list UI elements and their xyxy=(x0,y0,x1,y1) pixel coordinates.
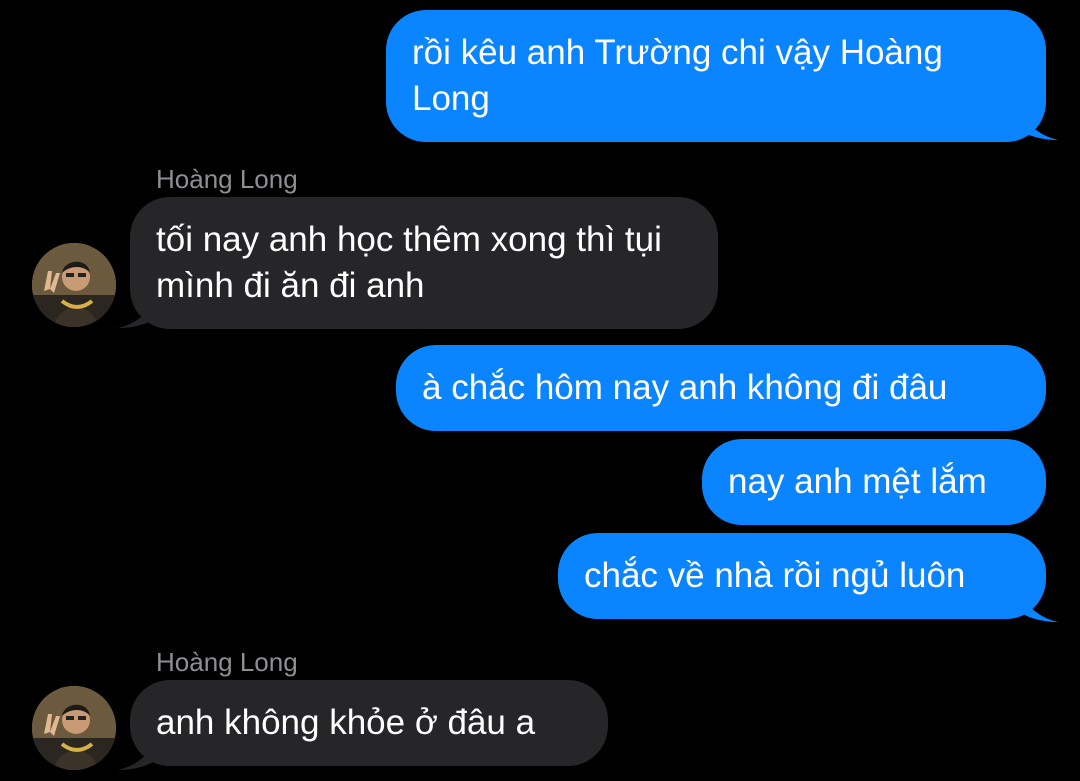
message-thread: rồi kêu anh Trường chi vậy Hoàng Long Ho… xyxy=(0,0,1080,781)
sender-name-label: Hoàng Long xyxy=(156,647,298,677)
message-text: tối nay anh học thêm xong thì tụi mình đ… xyxy=(156,220,662,305)
outgoing-bubble-tail xyxy=(1020,110,1058,140)
sender-name-label: Hoàng Long xyxy=(156,164,298,194)
message-text: rồi kêu anh Trường chi vậy Hoàng Long xyxy=(412,33,943,118)
contact-avatar[interactable] xyxy=(32,243,116,327)
message-text: à chắc hôm nay anh không đi đâu xyxy=(422,368,948,407)
outgoing-message-bubble[interactable]: rồi kêu anh Trường chi vậy Hoàng Long xyxy=(386,10,1046,142)
incoming-message-bubble[interactable]: anh không khỏe ở đâu a xyxy=(130,680,608,766)
outgoing-message-bubble[interactable]: à chắc hôm nay anh không đi đâu xyxy=(396,345,1046,431)
outgoing-bubble-tail xyxy=(1020,592,1058,622)
incoming-bubble-tail xyxy=(118,298,156,328)
outgoing-message-bubble[interactable]: chắc về nhà rồi ngủ luôn xyxy=(558,533,1046,619)
outgoing-message-bubble[interactable]: nay anh mệt lắm xyxy=(702,439,1046,525)
incoming-bubble-tail xyxy=(118,740,156,770)
contact-avatar[interactable] xyxy=(32,686,116,770)
message-text: nay anh mệt lắm xyxy=(728,462,987,501)
message-text: chắc về nhà rồi ngủ luôn xyxy=(584,556,966,595)
message-text: anh không khỏe ở đâu a xyxy=(156,703,536,742)
incoming-message-bubble[interactable]: tối nay anh học thêm xong thì tụi mình đ… xyxy=(130,197,718,329)
avatar-photo-icon xyxy=(32,686,116,770)
avatar-photo-icon xyxy=(32,243,116,327)
